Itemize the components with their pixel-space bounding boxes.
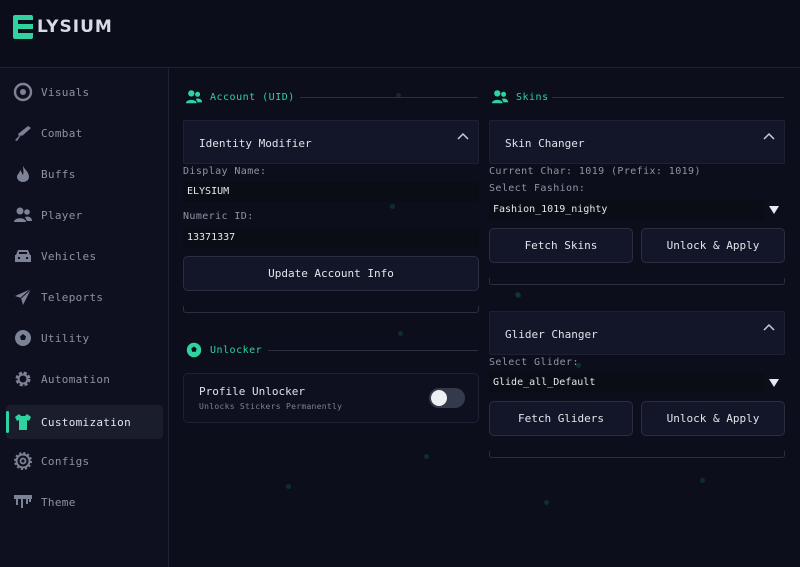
gliders-unlock-apply-button[interactable]: Unlock & Apply <box>641 401 785 436</box>
card-footer <box>489 451 785 458</box>
elysium-logo-icon <box>13 15 33 39</box>
section-divider <box>268 350 478 351</box>
app-title: LYSIUM <box>37 17 113 37</box>
shirt-icon <box>15 414 31 430</box>
sidebar-item-label: Combat <box>41 126 83 140</box>
sidebar-item-label: Visuals <box>41 85 90 99</box>
skin-changer-header[interactable]: Skin Changer <box>489 120 785 164</box>
particle-dot <box>390 204 395 209</box>
profile-unlocker-title: Profile Unlocker <box>199 385 305 398</box>
card-footer <box>183 306 479 313</box>
sidebar-item-automation[interactable]: Automation <box>6 362 163 396</box>
identity-modifier-header[interactable]: Identity Modifier <box>183 120 479 164</box>
sidebar-item-label: Player <box>41 208 83 222</box>
account-section-title: Account (UID) <box>185 88 295 106</box>
fetch-gliders-button[interactable]: Fetch Gliders <box>489 401 633 436</box>
gun-icon <box>15 126 31 141</box>
numeric-id-label: Numeric ID: <box>183 211 254 222</box>
main-content: Account (UID) Identity Modifier Display … <box>170 68 800 567</box>
unlocker-section-title: Unlocker <box>185 341 262 359</box>
ball-icon <box>186 342 202 358</box>
skins-unlock-apply-button[interactable]: Unlock & Apply <box>641 228 785 263</box>
display-name-label: Display Name: <box>183 166 267 177</box>
sidebar-item-utility[interactable]: Utility <box>6 321 163 355</box>
skins-section-title: Skins <box>491 88 549 106</box>
section-divider <box>300 97 478 98</box>
sidebar-item-teleports[interactable]: Teleports <box>6 280 163 314</box>
particle-dot <box>398 331 403 336</box>
sidebar-item-theme[interactable]: Theme <box>6 485 163 519</box>
paint-drip-icon <box>14 495 32 508</box>
sidebar-item-visuals[interactable]: Visuals <box>6 75 163 109</box>
dropdown-arrow-icon[interactable] <box>768 378 780 388</box>
sidebar-item-label: Teleports <box>41 290 104 304</box>
profile-unlocker-toggle[interactable] <box>429 388 465 408</box>
glider-select[interactable]: Glide_all_Default <box>489 373 764 393</box>
particle-dot <box>424 454 429 459</box>
glider-changer-header[interactable]: Glider Changer <box>489 311 785 355</box>
sidebar-item-label: Automation <box>41 372 111 386</box>
chevron-up-icon <box>763 132 775 140</box>
select-fashion-label: Select Fashion: <box>489 183 586 194</box>
app-logo: LYSIUM <box>12 14 113 40</box>
sidebar-item-label: Vehicles <box>41 249 97 263</box>
sidebar-item-combat[interactable]: Combat <box>6 116 163 150</box>
flame-icon <box>17 166 29 182</box>
sidebar-item-label: Utility <box>41 331 90 345</box>
ball-icon <box>15 330 31 346</box>
current-char-label: Current Char: 1019 (Prefix: 1019) <box>489 166 701 177</box>
sidebar: Visuals Combat Buffs Player Vehicles Tel… <box>0 68 169 567</box>
users-icon <box>14 207 32 222</box>
dropdown-arrow-icon[interactable] <box>768 205 780 215</box>
fashion-select[interactable]: Fashion_1019_nighty <box>489 200 764 220</box>
toggle-knob <box>431 390 447 406</box>
card-footer <box>489 278 785 285</box>
sidebar-item-customization[interactable]: Customization <box>6 405 163 439</box>
sidebar-item-buffs[interactable]: Buffs <box>6 157 163 191</box>
chevron-up-icon <box>457 132 469 140</box>
sidebar-item-player[interactable]: Player <box>6 198 163 232</box>
sidebar-item-label: Customization <box>41 415 131 429</box>
gear-icon <box>15 371 31 387</box>
particle-dot <box>544 500 549 505</box>
users-icon <box>491 90 509 104</box>
particle-dot <box>700 478 705 483</box>
update-account-button[interactable]: Update Account Info <box>183 256 479 291</box>
eye-icon <box>13 82 33 102</box>
paper-plane-icon <box>15 288 32 305</box>
car-icon <box>15 250 31 262</box>
particle-dot <box>286 484 291 489</box>
display-name-field[interactable] <box>183 182 479 202</box>
sidebar-item-label: Configs <box>41 454 90 468</box>
particle-dot <box>516 293 521 298</box>
sidebar-item-label: Buffs <box>41 167 76 181</box>
profile-unlocker-row: Profile Unlocker Unlocks Stickers Perman… <box>183 373 479 423</box>
cog-icon <box>14 452 32 470</box>
sidebar-item-vehicles[interactable]: Vehicles <box>6 239 163 273</box>
sidebar-item-configs[interactable]: Configs <box>6 444 163 478</box>
users-icon <box>185 90 203 104</box>
select-glider-label: Select Glider: <box>489 357 579 368</box>
sidebar-item-label: Theme <box>41 495 76 509</box>
chevron-up-icon <box>763 323 775 331</box>
section-divider <box>552 97 784 98</box>
fetch-skins-button[interactable]: Fetch Skins <box>489 228 633 263</box>
profile-unlocker-subtitle: Unlocks Stickers Permanently <box>199 402 343 411</box>
app-header: LYSIUM <box>0 0 800 68</box>
numeric-id-field[interactable] <box>183 228 479 248</box>
